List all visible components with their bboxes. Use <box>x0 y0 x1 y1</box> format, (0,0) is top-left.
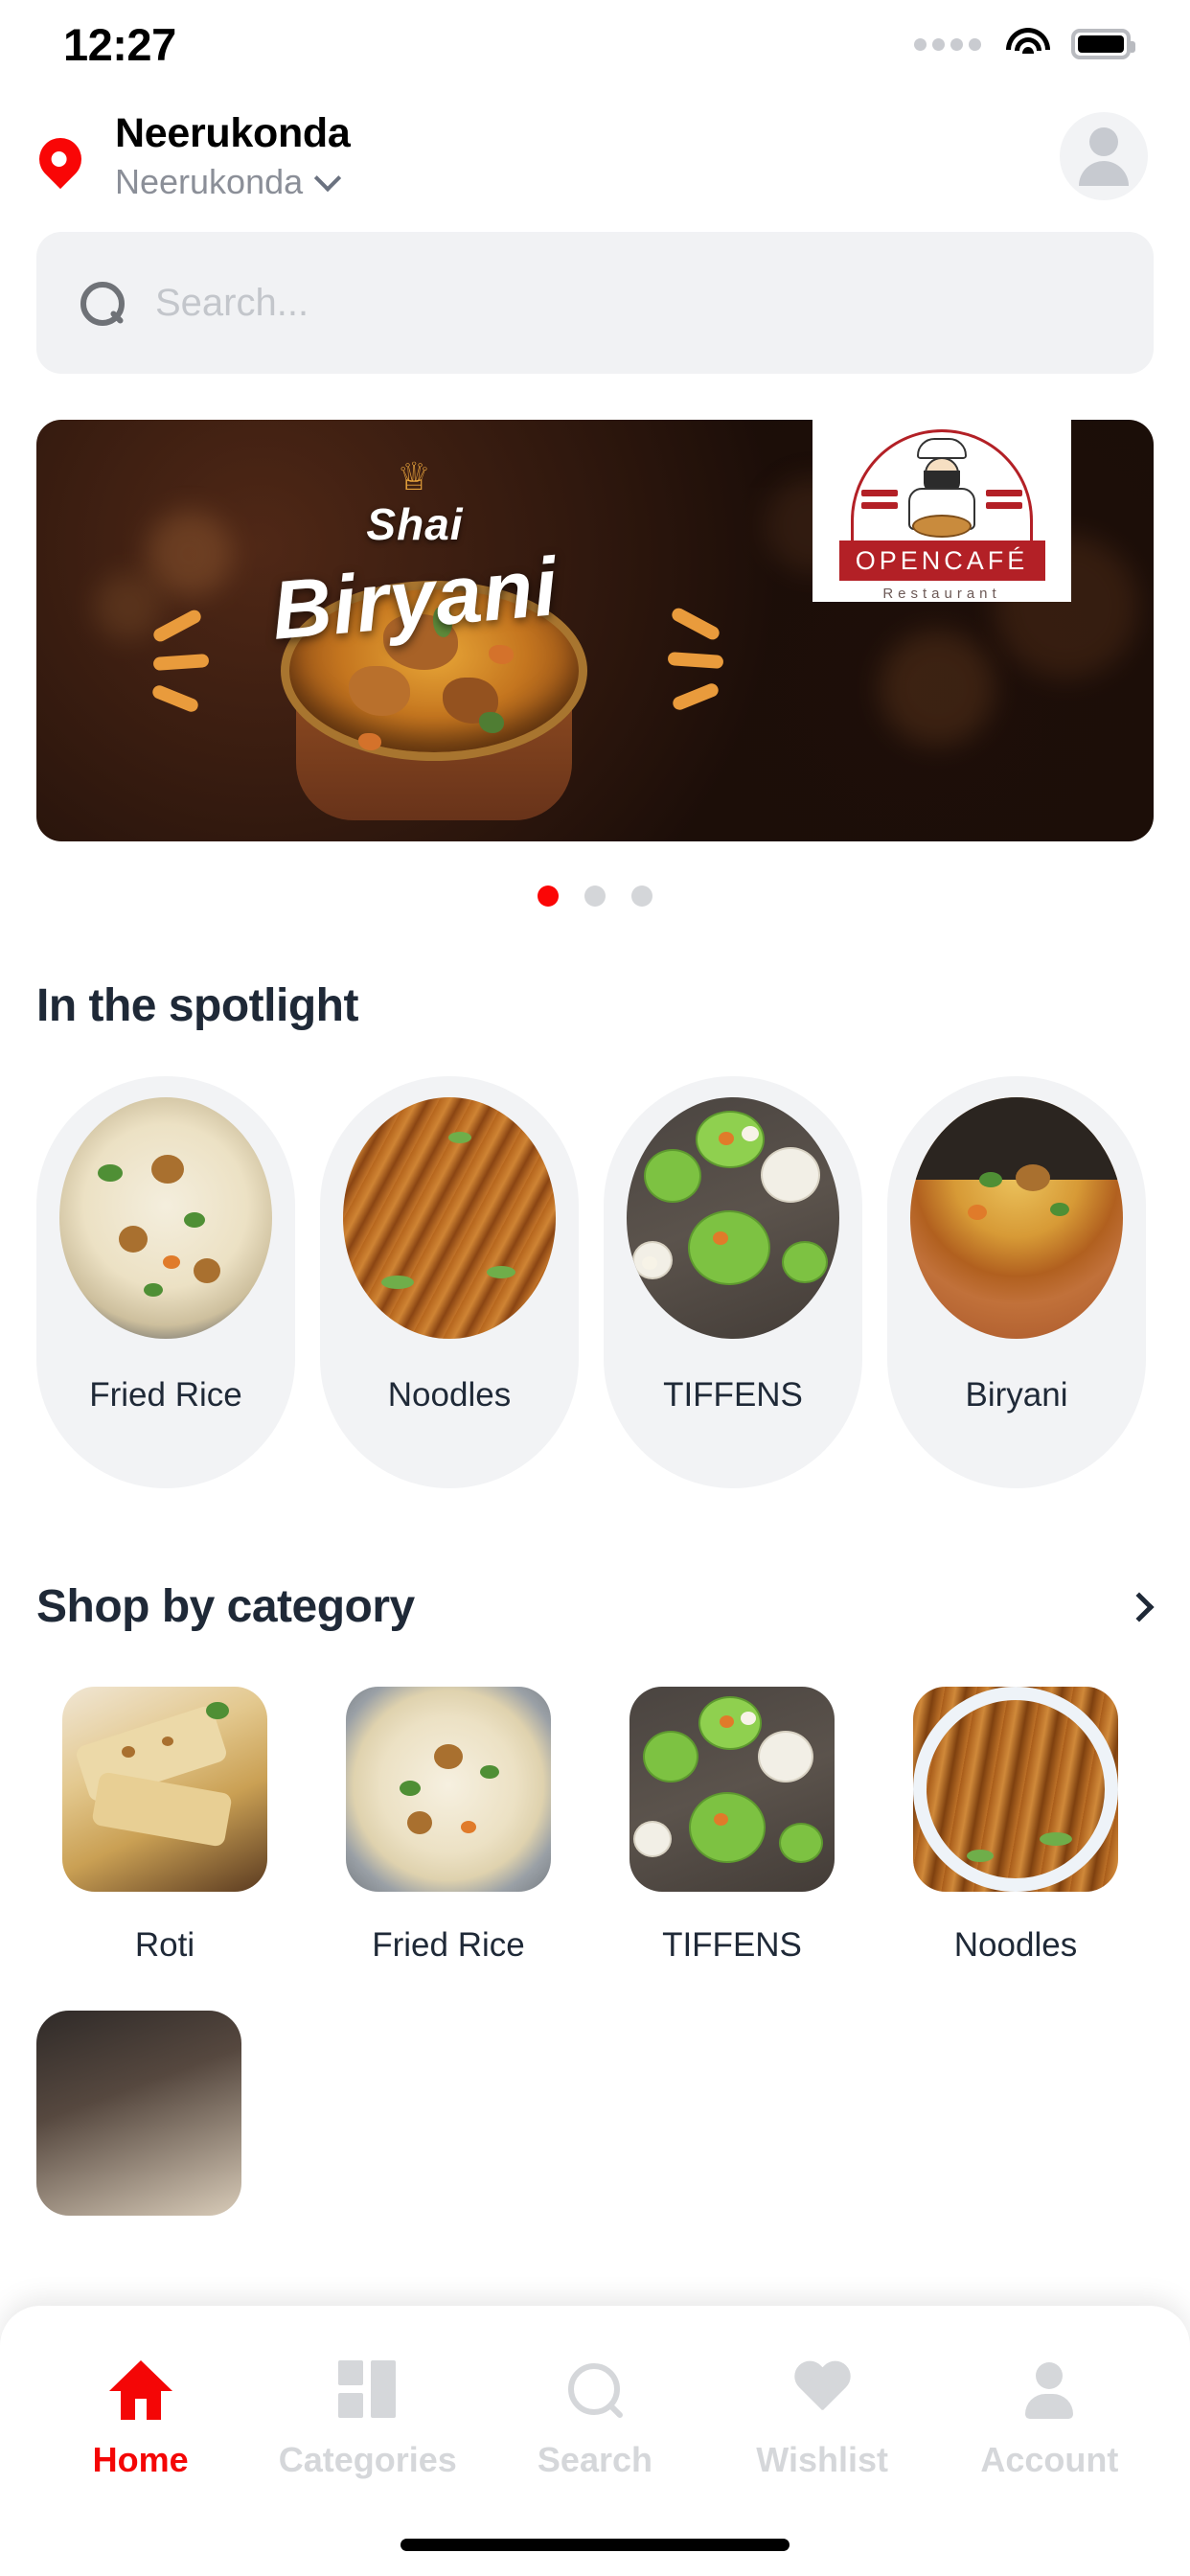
account-avatar-icon[interactable] <box>1060 112 1148 200</box>
user-icon <box>1019 2360 1079 2420</box>
spotlight-item-label: TIFFENS <box>663 1376 803 1414</box>
nav-item-label: Home <box>92 2440 189 2479</box>
banner-sparkle-right-icon <box>654 606 731 715</box>
category-grid[interactable]: Roti Fried Rice TIFFENS Noodles <box>0 1633 1190 1965</box>
location-title: Neerukonda <box>115 110 351 157</box>
location-header[interactable]: Neerukonda Neerukonda <box>0 88 1190 211</box>
spotlight-list[interactable]: Fried Rice Noodles TIFFENS Biryani <box>0 1032 1190 1488</box>
chevron-right-icon[interactable] <box>1124 1591 1155 1622</box>
category-item-label: Noodles <box>953 1926 1078 1964</box>
category-grid-next-row[interactable] <box>0 1965 1190 2216</box>
carousel-dot-1[interactable] <box>538 886 559 907</box>
spotlight-section-header: In the spotlight <box>0 907 1190 1032</box>
spotlight-item-biryani[interactable]: Biryani <box>887 1076 1146 1488</box>
grid-icon <box>337 2360 398 2420</box>
nav-item-label: Account <box>980 2440 1119 2479</box>
promo-banner-slide[interactable]: ♕ Shai Biryani OPENCAFÉ Restaurant <box>36 420 1154 841</box>
nav-item-search[interactable]: Search <box>499 2356 691 2480</box>
search-icon <box>566 2361 624 2419</box>
nav-item-label: Wishlist <box>756 2440 888 2479</box>
category-item-label: Roti <box>134 1926 195 1964</box>
crown-icon: ♕ <box>397 456 433 498</box>
spotlight-item-image <box>627 1097 839 1339</box>
location-selector[interactable]: Neerukonda <box>115 162 1060 202</box>
spotlight-item-image <box>343 1097 556 1339</box>
category-item-image <box>629 1687 835 1892</box>
category-item-image <box>62 1687 267 1892</box>
carousel-dot-2[interactable] <box>584 886 606 907</box>
search-section <box>0 211 1190 374</box>
spotlight-item-image <box>910 1097 1123 1339</box>
nav-item-label: Search <box>537 2440 652 2479</box>
category-item-image <box>346 1687 551 1892</box>
nav-item-label: Categories <box>278 2440 457 2479</box>
status-bar-time: 12:27 <box>63 18 176 70</box>
nav-item-account[interactable]: Account <box>953 2356 1145 2480</box>
restaurant-logo-tagline: Restaurant <box>882 586 1001 602</box>
category-section: Shop by category Roti Fried Rice TIFFENS… <box>0 1488 1190 2216</box>
chevron-down-icon[interactable] <box>313 164 342 192</box>
status-bar-icons <box>914 28 1135 60</box>
nav-item-wishlist[interactable]: Wishlist <box>726 2356 918 2480</box>
bottom-navigation-bar[interactable]: Home Categories Search Wishlist Account <box>0 2306 1190 2576</box>
search-bar[interactable] <box>36 232 1154 374</box>
location-text-block[interactable]: Neerukonda Neerukonda <box>115 110 1060 201</box>
spotlight-title: In the spotlight <box>36 980 358 1031</box>
search-icon <box>80 282 125 326</box>
spotlight-item-image <box>59 1097 272 1339</box>
spotlight-item-label: Noodles <box>387 1376 512 1414</box>
signal-dots-icon <box>914 37 981 51</box>
status-bar: 12:27 <box>0 0 1190 88</box>
spotlight-item-noodles[interactable]: Noodles <box>320 1076 579 1488</box>
home-indicator[interactable] <box>400 2539 790 2551</box>
carousel-dot-3[interactable] <box>631 886 652 907</box>
category-item-image <box>913 1687 1118 1892</box>
banner-sparkle-left-icon <box>150 608 228 717</box>
category-section-header[interactable]: Shop by category <box>0 1580 1190 1633</box>
chef-logo-icon <box>896 438 988 541</box>
home-icon <box>108 2360 172 2420</box>
carousel-dots[interactable] <box>36 886 1154 907</box>
banner-title-line2: Biryani <box>268 540 561 657</box>
search-input[interactable] <box>155 281 1110 325</box>
heart-icon <box>792 2362 852 2418</box>
category-item-label: TIFFENS <box>662 1926 802 1964</box>
promo-carousel[interactable]: ♕ Shai Biryani OPENCAFÉ Restaurant <box>0 374 1190 907</box>
spotlight-item-label: Fried Rice <box>89 1376 242 1414</box>
spotlight-item-label: Biryani <box>965 1376 1068 1414</box>
spotlight-item-tiffens[interactable]: TIFFENS <box>604 1076 862 1488</box>
category-item-noodles[interactable]: Noodles <box>887 1687 1144 1965</box>
nav-item-home[interactable]: Home <box>45 2356 237 2480</box>
location-pin-icon <box>30 128 91 190</box>
category-item-roti[interactable]: Roti <box>36 1687 293 1965</box>
category-item-image-partial[interactable] <box>36 2011 241 2216</box>
location-subtitle: Neerukonda <box>115 161 304 201</box>
banner-title-block: ♕ Shai Biryani <box>242 456 587 657</box>
category-item-tiffens[interactable]: TIFFENS <box>604 1687 860 1965</box>
wifi-icon <box>1006 28 1050 60</box>
restaurant-logo: OPENCAFÉ Restaurant <box>812 420 1071 602</box>
spotlight-item-fried-rice[interactable]: Fried Rice <box>36 1076 295 1488</box>
restaurant-logo-brand: OPENCAFÉ <box>838 540 1045 581</box>
nav-item-categories[interactable]: Categories <box>272 2356 464 2480</box>
category-item-label: Fried Rice <box>372 1926 525 1964</box>
battery-full-icon <box>1071 29 1135 59</box>
category-item-fried-rice[interactable]: Fried Rice <box>320 1687 577 1965</box>
category-title: Shop by category <box>36 1581 415 1632</box>
